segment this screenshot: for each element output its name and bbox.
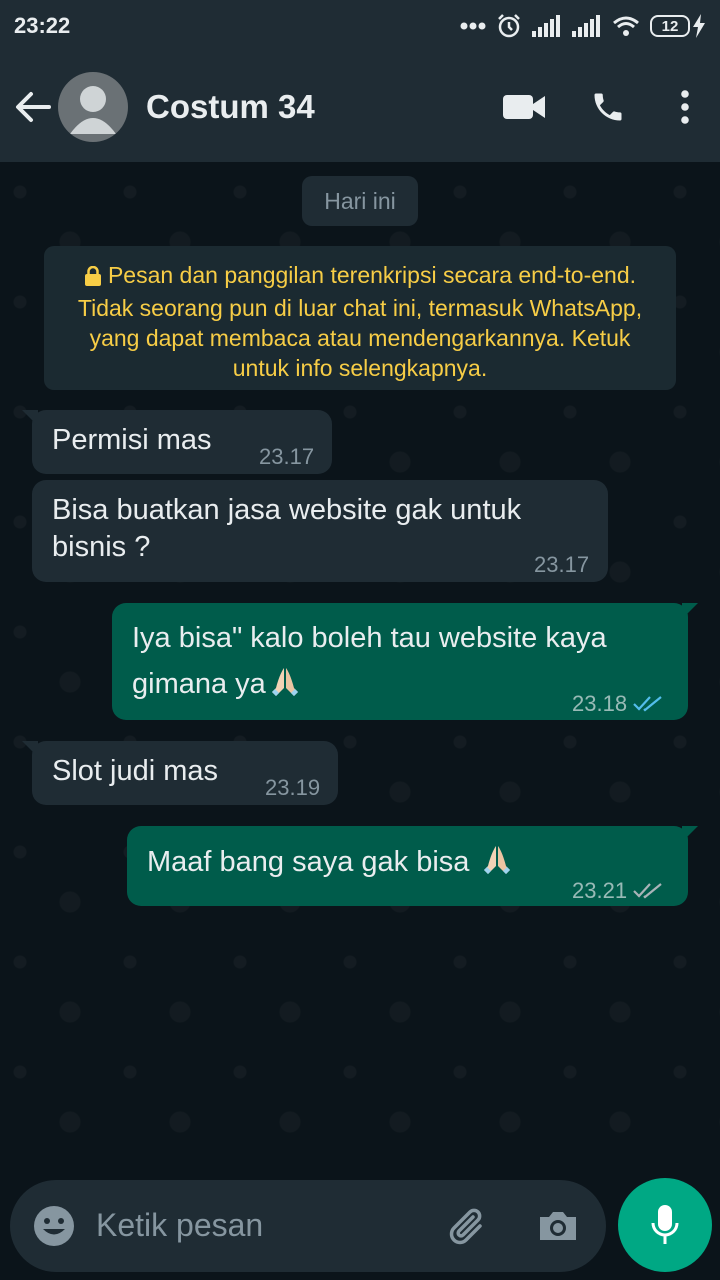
folded-hands-icon <box>271 668 298 696</box>
message-meta: 23.18 <box>572 685 663 722</box>
attach-button[interactable] <box>446 1204 490 1253</box>
message-composer[interactable]: Ketik pesan <box>10 1180 606 1272</box>
message-bubble-outgoing[interactable]: Maaf bang saya gak bisa 23.21 <box>127 826 698 909</box>
lock-icon <box>84 263 102 293</box>
double-check-read-icon <box>633 695 662 711</box>
message-text-content: Maaf bang saya gak bisa <box>147 846 470 878</box>
phone-icon <box>594 93 622 121</box>
message-time: 23.18 <box>572 691 628 716</box>
battery-icon: 12 <box>650 14 706 38</box>
video-camera-icon <box>503 95 545 119</box>
message-meta: 23.17 <box>259 438 314 475</box>
message-text: Permisi mas <box>52 424 212 456</box>
message-bubble-incoming[interactable]: Slot judi mas 23.19 <box>22 741 338 806</box>
bubble-tail <box>682 603 698 619</box>
message-bubble-incoming[interactable]: Permisi mas 23.17 <box>22 410 332 475</box>
alarm-icon <box>496 13 522 39</box>
message-time: 23.17 <box>534 552 590 577</box>
message-text-content: Iya bisa" kalo boleh tau website kaya gi… <box>132 622 607 700</box>
default-avatar-icon <box>70 86 116 134</box>
camera-icon <box>540 1212 576 1240</box>
message-text: Bisa buatkan jasa website gak untuk bisn… <box>52 494 522 563</box>
message-text: Maaf bang saya gak bisa <box>147 844 512 881</box>
encryption-notice[interactable]: Pesan dan panggilan terenkripsi secara e… <box>44 246 676 390</box>
message-time: 23.17 <box>259 444 315 469</box>
contact-name[interactable]: Costum 34 <box>146 88 482 126</box>
more-vertical-icon <box>681 90 689 124</box>
message-input[interactable]: Ketik pesan <box>96 1207 263 1244</box>
message-time: 23.19 <box>265 775 321 800</box>
back-button[interactable] <box>4 52 62 162</box>
voice-record-button[interactable] <box>618 1178 712 1272</box>
bubble-tail <box>682 826 698 842</box>
double-check-icon <box>633 882 662 898</box>
message-meta: 23.21 <box>572 872 663 909</box>
encryption-notice-text: Pesan dan panggilan terenkripsi secara e… <box>77 262 643 381</box>
folded-hands-icon <box>483 846 510 874</box>
signal-icon <box>572 15 602 37</box>
battery-level: 12 <box>650 15 690 37</box>
status-time: 23:22 <box>14 13 71 38</box>
message-meta: 23.19 <box>265 769 320 806</box>
bubble-tail <box>22 410 38 426</box>
message-bubble-incoming[interactable]: Bisa buatkan jasa website gak untuk bisn… <box>32 480 608 582</box>
emoji-icon <box>34 1206 74 1246</box>
message-text: Slot judi mas <box>52 755 219 787</box>
message-bubble-outgoing[interactable]: Iya bisa" kalo boleh tau website kaya gi… <box>112 603 698 722</box>
arrow-left-icon <box>16 92 51 122</box>
emoji-button[interactable] <box>32 1204 76 1253</box>
status-bar: 23:22 12 <box>0 0 720 52</box>
video-call-button[interactable] <box>482 52 566 162</box>
date-chip: Hari ini <box>302 176 418 226</box>
voice-call-button[interactable] <box>566 52 650 162</box>
status-icons: 12 <box>460 13 706 39</box>
chat-area[interactable]: Hari ini Pesan dan panggilan terenkripsi… <box>0 162 720 1172</box>
paperclip-icon <box>449 1208 482 1245</box>
message-time: 23.21 <box>572 878 628 903</box>
bubble-tail <box>22 741 38 757</box>
more-dots-icon <box>460 22 486 30</box>
wifi-icon <box>612 15 640 37</box>
chat-header: Costum 34 <box>0 52 720 162</box>
camera-button[interactable] <box>536 1204 580 1253</box>
signal-icon <box>532 15 562 37</box>
microphone-icon <box>651 1205 679 1244</box>
contact-avatar[interactable] <box>58 72 128 142</box>
message-meta: 23.17 <box>534 546 589 583</box>
more-options-button[interactable] <box>650 52 720 162</box>
